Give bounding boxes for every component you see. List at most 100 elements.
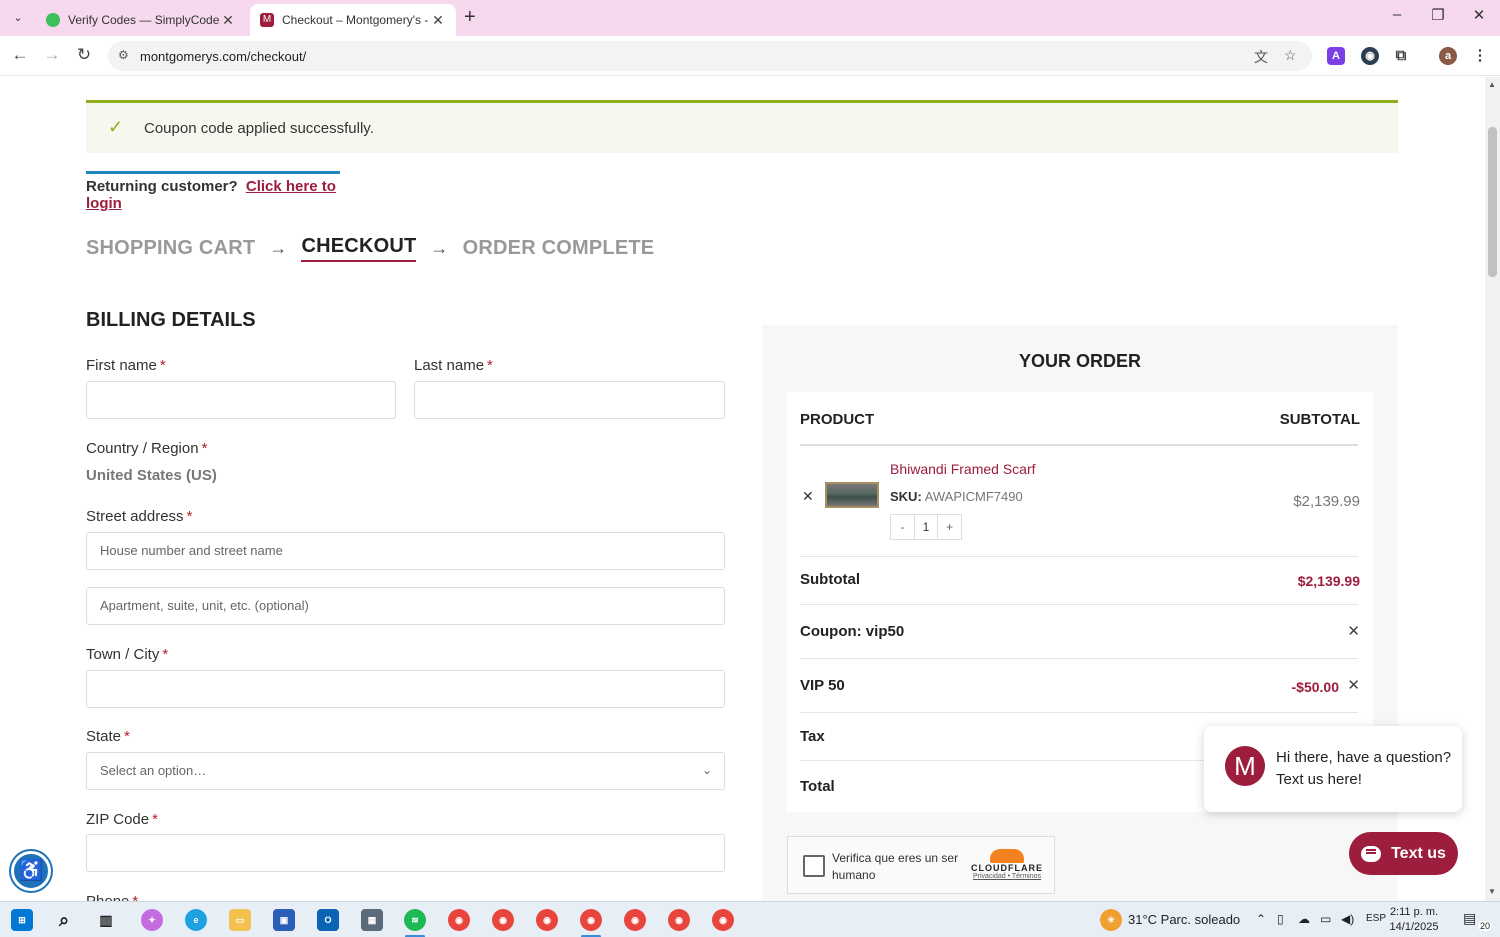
volume-icon[interactable]: ◀) (1341, 912, 1354, 926)
billing-details-heading: BILLING DETAILS (86, 309, 256, 331)
profile-avatar[interactable]: a (1439, 47, 1457, 65)
privacy-terms-links[interactable]: Privacidad • Términos (971, 873, 1043, 880)
address-bar[interactable]: ⚙ montgomerys.com/checkout/ 文 ☆ (108, 41, 1312, 71)
product-thumbnail[interactable] (825, 482, 879, 508)
total-label: Total (800, 778, 835, 795)
copilot-icon[interactable]: ✦ (141, 909, 163, 931)
subtotal-label: Subtotal (800, 571, 860, 588)
new-tab-plus-icon[interactable]: + (464, 6, 476, 29)
edge-icon[interactable]: e (185, 909, 207, 931)
product-price: $2,139.99 (1293, 493, 1360, 510)
tab-simplycodes[interactable]: Verify Codes — SimplyCodes ✕ (36, 4, 246, 36)
street-address-input[interactable]: House number and street name (86, 532, 725, 570)
step-order-complete: ORDER COMPLETE (462, 237, 655, 259)
chrome-profile-icon[interactable]: ◉ (492, 909, 514, 931)
language-indicator[interactable]: ESP (1366, 913, 1386, 924)
network-icon[interactable]: ▭ (1320, 912, 1331, 926)
apartment-input[interactable]: Apartment, suite, unit, etc. (optional) (86, 587, 725, 625)
notifications-icon[interactable]: ▤ (1463, 910, 1476, 927)
city-input[interactable] (86, 670, 725, 708)
store-icon[interactable]: ▣ (273, 909, 295, 931)
maximize-button[interactable]: ❐ (1423, 6, 1453, 24)
product-sku: SKU: AWAPICMF7490 (890, 489, 1023, 504)
human-verify-checkbox[interactable] (803, 855, 825, 877)
remove-item-icon[interactable]: ✕ (802, 488, 814, 505)
chrome-profile-l-icon[interactable]: ◉ (712, 909, 734, 931)
zip-input[interactable] (86, 834, 725, 872)
tab-title: Checkout – Montgomery's - Lo (282, 13, 430, 27)
windows-start-icon[interactable]: ⊞ (11, 909, 33, 931)
menu-kebab-icon[interactable]: ⋮ (1471, 47, 1489, 65)
url-text[interactable]: montgomerys.com/checkout/ (140, 49, 306, 64)
qty-plus-button[interactable]: + (938, 515, 961, 539)
accessibility-icon[interactable]: ♿ (11, 851, 51, 891)
country-value: United States (US) (86, 467, 217, 484)
tab-search-chevron-icon[interactable]: ⌄ (6, 7, 30, 29)
scroll-thumb[interactable] (1488, 127, 1497, 277)
state-select[interactable]: Select an option… ⌄ (86, 752, 725, 790)
close-icon[interactable]: ✕ (430, 12, 446, 29)
qty-value[interactable]: 1 (913, 515, 939, 539)
remove-discount-icon[interactable]: ✕ (1347, 676, 1360, 694)
file-explorer-icon[interactable]: ▭ (229, 909, 251, 931)
forward-arrow-icon[interactable]: → (40, 45, 64, 65)
windows-taskbar: ⊞ ⌕ ▥ ✦ e ▭ ▣ O ▦ ≋ ◉ ◉ ◉ ◉ ◉ ◉ ◉ ☀ 31°C… (0, 901, 1500, 937)
first-name-input[interactable] (86, 381, 396, 419)
returning-customer-bar: Returning customer? Click here to login (86, 171, 340, 212)
chrome-profile-c-icon[interactable]: ◉ (624, 909, 646, 931)
search-icon[interactable]: ⌕ (53, 909, 75, 931)
simplycodes-favicon-icon (46, 13, 60, 27)
quantity-stepper[interactable]: - 1 + (890, 514, 962, 540)
divider (800, 658, 1358, 659)
minimize-button[interactable]: – (1382, 6, 1412, 23)
scroll-down-arrow-icon[interactable]: ▼ (1488, 887, 1496, 896)
product-column-header: PRODUCT (800, 411, 875, 428)
text-us-button[interactable]: Text us (1349, 832, 1458, 875)
site-info-icon[interactable]: ⚙ (118, 48, 129, 62)
close-icon[interactable]: ✕ (220, 12, 236, 29)
divider (800, 604, 1358, 605)
browser-tab-bar: ⌄ Verify Codes — SimplyCodes ✕ M Checkou… (0, 0, 1500, 36)
chrome-profile-b-icon[interactable]: ◉ (536, 909, 558, 931)
task-view-icon[interactable]: ▥ (95, 909, 117, 931)
spotify-icon[interactable]: ≋ (404, 909, 426, 931)
tab-checkout[interactable]: M Checkout – Montgomery's - Lo ✕ (250, 4, 456, 36)
bookmark-star-icon[interactable]: ☆ (1284, 47, 1297, 64)
meet-now-icon[interactable]: ▯ (1277, 912, 1284, 926)
returning-text: Returning customer? (86, 178, 238, 195)
translate-icon[interactable]: 文 (1254, 47, 1268, 67)
extension-globe-icon[interactable]: ◉ (1361, 47, 1379, 65)
onedrive-cloud-icon[interactable]: ☁ (1298, 912, 1310, 926)
reload-icon[interactable]: ↻ (72, 45, 96, 65)
system-clock[interactable]: 2:11 p. m. 14/1/2025 (1386, 905, 1442, 935)
chrome-profile-a-icon[interactable]: ◉ (448, 909, 470, 931)
chat-greeting-bubble[interactable]: M Hi there, have a question? Text us her… (1204, 726, 1462, 812)
last-name-input[interactable] (414, 381, 725, 419)
qty-minus-button[interactable]: - (891, 515, 914, 539)
back-arrow-icon[interactable]: ← (8, 45, 32, 65)
state-label: State * (86, 728, 130, 745)
cloudflare-turnstile: Verifica que eres un ser humano CLOUDFLA… (787, 836, 1055, 894)
scroll-up-arrow-icon[interactable]: ▲ (1488, 80, 1496, 89)
close-window-button[interactable]: ✕ (1464, 6, 1494, 24)
outlook-icon[interactable]: O (317, 909, 339, 931)
page-scrollbar[interactable]: ▲ ▼ (1485, 77, 1500, 901)
show-hidden-icons-chevron-icon[interactable]: ⌃ (1256, 912, 1266, 926)
step-arrow-icon: → (430, 238, 449, 258)
weather-icon[interactable]: ☀ (1100, 909, 1122, 931)
chat-icon (1361, 845, 1382, 862)
chat-greeting-message: Hi there, have a question? Text us here! (1276, 749, 1452, 788)
chrome-active-icon[interactable]: ◉ (580, 909, 602, 931)
first-name-label: First name * (86, 357, 166, 374)
extension-a-icon[interactable]: A (1327, 47, 1345, 65)
divider (800, 444, 1358, 446)
remove-coupon-icon[interactable]: ✕ (1347, 622, 1360, 640)
subtotal-column-header: SUBTOTAL (1279, 411, 1360, 428)
chrome-profile-n-icon[interactable]: ◉ (668, 909, 690, 931)
calculator-icon[interactable]: ▦ (361, 909, 383, 931)
extensions-puzzle-icon[interactable]: ⧉ (1392, 47, 1410, 65)
weather-text[interactable]: 31°C Parc. soleado (1128, 912, 1240, 927)
phone-label: Phone* (86, 893, 138, 901)
step-shopping-cart[interactable]: SHOPPING CART (86, 237, 255, 260)
product-name-link[interactable]: Bhiwandi Framed Scarf (890, 461, 1036, 477)
